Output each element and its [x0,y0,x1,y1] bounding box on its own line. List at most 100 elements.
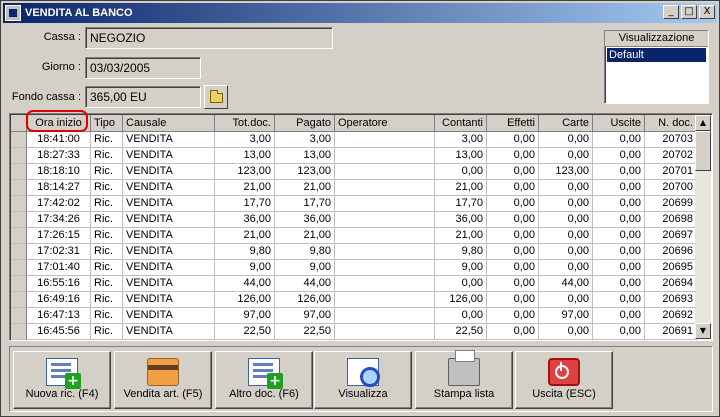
row-indicator[interactable] [11,148,27,164]
table-row[interactable]: 17:01:40 Ric. VENDITA 9,00 9,00 9,00 0,00 0,00 0… [11,260,697,276]
cell-tipo: Ric. [91,196,123,212]
row-indicator[interactable] [11,276,27,292]
app-icon[interactable] [5,5,21,21]
cell-pagato: 3,00 [275,132,335,148]
uscita-esc-button[interactable]: Uscita (ESC) [515,351,613,409]
table-row[interactable]: 18:41:00 Ric. VENDITA 3,00 3,00 3,00 0,00 0,00 0… [11,132,697,148]
table-row[interactable]: 16:47:13 Ric. VENDITA 97,00 97,00 0,00 0,00 97,… [11,308,697,324]
cell-carte: 0,00 [539,180,593,196]
visualizza-button[interactable]: Visualizza [314,351,412,409]
table-row[interactable]: 17:26:15 Ric. VENDITA 21,00 21,00 21,00 0,00 0,… [11,228,697,244]
scroll-thumb[interactable] [695,131,711,171]
toolbar-button-label: Altro doc. (F6) [229,388,299,400]
column-header-pagato[interactable]: Pagato [275,115,335,132]
row-indicator[interactable] [11,244,27,260]
cell-tot-doc: 17,70 [215,196,275,212]
table-row[interactable]: 17:34:26 Ric. VENDITA 36,00 36,00 36,00 0,00 0,… [11,212,697,228]
cell-operatore [335,164,435,180]
cell-causale: VENDITA [123,164,215,180]
column-header-carte[interactable]: Carte [539,115,593,132]
cell-tipo: Ric. [91,228,123,244]
cell-uscite: 0,00 [593,260,645,276]
table-row[interactable]: 18:27:33 Ric. VENDITA 13,00 13,00 13,00 0,00 0,… [11,148,697,164]
cell-carte: 0,00 [539,196,593,212]
column-header-tipo[interactable]: Tipo [91,115,123,132]
cell-n-doc: 20691 [645,324,697,340]
cell-operatore [335,260,435,276]
cell-uscite: 0,00 [593,308,645,324]
giorno-label: Giorno : [41,61,81,73]
visualizzazione-item-default[interactable]: Default [607,48,706,62]
table-row[interactable]: 17:02:31 Ric. VENDITA 9,80 9,80 9,80 0,00 0,00 0… [11,244,697,260]
row-indicator[interactable] [11,324,27,340]
table-row[interactable]: 18:18:10 Ric. VENDITA 123,00 123,00 0,00 0,00 1… [11,164,697,180]
column-header-operatore[interactable]: Operatore [335,115,435,132]
minimize-button[interactable]: _ [663,5,679,19]
table-row[interactable]: 16:45:56 Ric. VENDITA 22,50 22,50 22,50 0,00 0,… [11,324,697,340]
cell-tot-doc: 97,00 [215,308,275,324]
cell-uscite: 0,00 [593,164,645,180]
cassa-field[interactable]: NEGOZIO [85,27,333,49]
cell-pagato: 22,50 [275,324,335,340]
table-row[interactable]: 16:49:16 Ric. VENDITA 126,00 126,00 126,00 0,0… [11,292,697,308]
card-icon [147,358,179,386]
cell-tot-doc: 13,00 [215,148,275,164]
toolbar-button-label: Nuova ric. (F4) [25,388,99,400]
table-row[interactable]: 16:55:16 Ric. VENDITA 44,00 44,00 0,00 0,00 44,… [11,276,697,292]
stampa-lista-button[interactable]: Stampa lista [415,350,513,409]
cell-effetti: 0,00 [487,164,539,180]
nuova-ric-f4-button[interactable]: Nuova ric. (F4) [13,351,111,409]
cell-effetti: 0,00 [487,228,539,244]
row-indicator[interactable] [11,308,27,324]
cell-carte: 44,00 [539,276,593,292]
column-header-ora-inizio[interactable]: Ora inizio [27,115,91,132]
vertical-scrollbar[interactable]: ▲ ▼ [695,115,711,339]
row-indicator[interactable] [11,132,27,148]
grid-rows: 18:41:00 Ric. VENDITA 3,00 3,00 3,00 0,00 0,00 0… [11,132,697,340]
column-header-tot-doc[interactable]: Tot.doc. [215,115,275,132]
cell-causale: VENDITA [123,292,215,308]
cell-n-doc: 20693 [645,292,697,308]
cell-carte: 0,00 [539,148,593,164]
row-indicator[interactable] [11,260,27,276]
documents-grid[interactable]: Ora inizio Tipo Causale Tot.doc. Pagato Opera… [9,113,713,341]
visualizzazione-list[interactable]: Visualizzazione Default [604,30,709,104]
column-header-n-doc[interactable]: N. doc. [645,115,697,132]
fondo-cassa-field[interactable]: 365,00 EU [85,86,201,108]
cell-tipo: Ric. [91,132,123,148]
cell-causale: VENDITA [123,308,215,324]
column-header-effetti[interactable]: Effetti [487,115,539,132]
cell-n-doc: 20694 [645,276,697,292]
row-indicator[interactable] [11,164,27,180]
cell-pagato: 126,00 [275,292,335,308]
row-indicator[interactable] [11,228,27,244]
cell-contanti: 22,50 [435,324,487,340]
altro-doc-f6-button[interactable]: Altro doc. (F6) [215,351,313,409]
close-button[interactable]: X [699,5,715,19]
cell-ora-inizio: 16:45:56 [27,324,91,340]
scroll-up-button[interactable]: ▲ [695,115,711,131]
row-indicator[interactable] [11,196,27,212]
giorno-field[interactable]: 03/03/2005 [85,57,201,79]
cell-effetti: 0,00 [487,260,539,276]
cell-tipo: Ric. [91,276,123,292]
column-header-causale[interactable]: Causale [123,115,215,132]
cell-n-doc: 20699 [645,196,697,212]
column-header-contanti[interactable]: Contanti [435,115,487,132]
row-indicator[interactable] [11,212,27,228]
table-row[interactable]: 17:42:02 Ric. VENDITA 17,70 17,70 17,70 0,00 0,… [11,196,697,212]
cell-pagato: 21,00 [275,228,335,244]
cell-causale: VENDITA [123,244,215,260]
vendita-art-f5-button[interactable]: Vendita art. (F5) [114,351,212,409]
cell-ora-inizio: 16:47:13 [27,308,91,324]
cell-tipo: Ric. [91,164,123,180]
folder-button[interactable] [204,85,228,109]
maximize-button[interactable]: □ [681,5,697,19]
cell-tot-doc: 9,80 [215,244,275,260]
table-row[interactable]: 18:14:27 Ric. VENDITA 21,00 21,00 21,00 0,00 0,… [11,180,697,196]
row-indicator[interactable] [11,292,27,308]
toolbar-button-label: Stampa lista [433,388,495,400]
scroll-down-button[interactable]: ▼ [695,323,711,339]
column-header-uscite[interactable]: Uscite [593,115,645,132]
row-indicator[interactable] [11,180,27,196]
